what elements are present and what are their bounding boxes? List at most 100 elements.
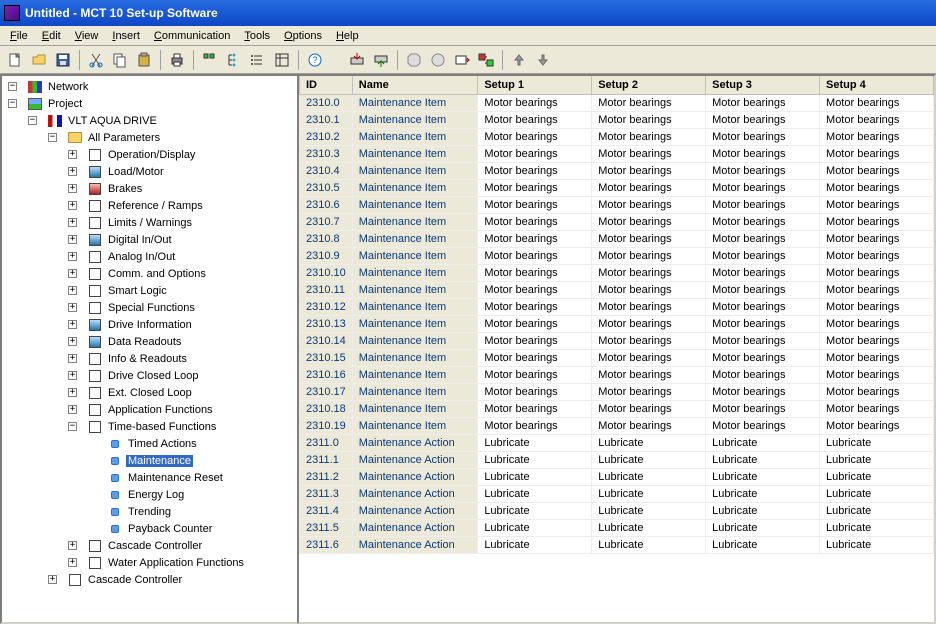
cell-id[interactable]: 2310.7 [300,213,353,230]
table-row[interactable]: 2310.18Maintenance ItemMotor bearingsMot… [300,400,934,417]
column-header[interactable]: ID [300,76,353,94]
cell-setup[interactable]: Motor bearings [820,315,934,332]
tree-node[interactable]: −All Parameters [2,129,297,146]
expand-icon[interactable]: + [68,303,77,312]
cell-name[interactable]: Maintenance Item [352,332,478,349]
table-row[interactable]: 2310.5Maintenance ItemMotor bearingsMoto… [300,179,934,196]
tree-label[interactable]: Digital In/Out [106,234,174,246]
expand-icon[interactable]: + [68,286,77,295]
tree-label[interactable]: Cascade Controller [86,574,184,586]
cell-id[interactable]: 2310.3 [300,145,353,162]
cell-setup[interactable]: Motor bearings [478,264,592,281]
cell-setup[interactable]: Lubricate [706,485,820,502]
cell-name[interactable]: Maintenance Item [352,213,478,230]
menu-view[interactable]: View [68,28,106,44]
tree-node[interactable]: +Smart Logic [2,282,297,299]
cell-id[interactable]: 2310.13 [300,315,353,332]
cell-setup[interactable]: Motor bearings [478,213,592,230]
copy-button[interactable] [109,49,131,71]
expand-icon[interactable]: + [68,235,77,244]
tree-node[interactable]: +Data Readouts [2,333,297,350]
cell-setup[interactable]: Motor bearings [478,400,592,417]
cell-setup[interactable]: Lubricate [592,451,706,468]
cell-setup[interactable]: Motor bearings [706,332,820,349]
cell-setup[interactable]: Motor bearings [820,383,934,400]
table-row[interactable]: 2310.13Maintenance ItemMotor bearingsMot… [300,315,934,332]
tree-label[interactable]: Special Functions [106,302,197,314]
tree-node[interactable]: Maintenance [2,452,297,469]
column-header[interactable]: Name [352,76,478,94]
table-row[interactable]: 2311.2Maintenance ActionLubricateLubrica… [300,468,934,485]
cell-setup[interactable]: Motor bearings [820,417,934,434]
expand-icon[interactable]: + [68,354,77,363]
cell-id[interactable]: 2310.2 [300,128,353,145]
collapse-icon[interactable]: − [8,99,17,108]
cell-name[interactable]: Maintenance Item [352,264,478,281]
cell-name[interactable]: Maintenance Action [352,485,478,502]
cell-setup[interactable]: Motor bearings [820,298,934,315]
cell-id[interactable]: 2310.1 [300,111,353,128]
tree-label[interactable]: Ext. Closed Loop [106,387,194,399]
run-button[interactable] [427,49,449,71]
tree-node[interactable]: +Ext. Closed Loop [2,384,297,401]
cell-setup[interactable]: Lubricate [478,434,592,451]
view-tree-button[interactable] [223,49,245,71]
cell-setup[interactable]: Lubricate [592,434,706,451]
cell-setup[interactable]: Motor bearings [706,162,820,179]
cell-setup[interactable]: Motor bearings [706,179,820,196]
cell-setup[interactable]: Motor bearings [706,145,820,162]
up-button[interactable] [508,49,530,71]
cell-id[interactable]: 2310.9 [300,247,353,264]
cell-setup[interactable]: Motor bearings [706,213,820,230]
table-row[interactable]: 2311.5Maintenance ActionLubricateLubrica… [300,519,934,536]
column-header[interactable]: Setup 2 [592,76,706,94]
tree-node[interactable]: −Time-based Functions [2,418,297,435]
cell-setup[interactable]: Motor bearings [820,145,934,162]
table-row[interactable]: 2310.1Maintenance ItemMotor bearingsMoto… [300,111,934,128]
cell-setup[interactable]: Motor bearings [478,94,592,111]
table-row[interactable]: 2311.1Maintenance ActionLubricateLubrica… [300,451,934,468]
table-row[interactable]: 2310.3Maintenance ItemMotor bearingsMoto… [300,145,934,162]
cell-id[interactable]: 2310.4 [300,162,353,179]
tree-node[interactable]: +Analog In/Out [2,248,297,265]
tree-node[interactable]: +Water Application Functions [2,554,297,571]
cell-setup[interactable]: Motor bearings [592,196,706,213]
tree-node[interactable]: +Reference / Ramps [2,197,297,214]
cell-setup[interactable]: Motor bearings [706,128,820,145]
menu-insert[interactable]: Insert [105,28,147,44]
table-row[interactable]: 2310.15Maintenance ItemMotor bearingsMot… [300,349,934,366]
tree-label[interactable]: Reference / Ramps [106,200,205,212]
view-details-button[interactable] [271,49,293,71]
cell-setup[interactable]: Motor bearings [706,196,820,213]
cell-setup[interactable]: Motor bearings [820,94,934,111]
table-row[interactable]: 2310.2Maintenance ItemMotor bearingsMoto… [300,128,934,145]
cell-id[interactable]: 2311.3 [300,485,353,502]
cell-name[interactable]: Maintenance Item [352,298,478,315]
cell-setup[interactable]: Motor bearings [592,332,706,349]
tree-node[interactable]: +Load/Motor [2,163,297,180]
cell-setup[interactable]: Motor bearings [592,383,706,400]
table-row[interactable]: 2311.6Maintenance ActionLubricateLubrica… [300,536,934,553]
cell-setup[interactable]: Motor bearings [592,94,706,111]
menu-options[interactable]: Options [277,28,329,44]
tree-node[interactable]: +Limits / Warnings [2,214,297,231]
cell-setup[interactable]: Motor bearings [820,332,934,349]
expand-icon[interactable]: + [48,575,57,584]
cell-setup[interactable]: Lubricate [820,485,934,502]
help-button[interactable]: ? [304,49,326,71]
write-to-drive-button[interactable] [370,49,392,71]
cell-setup[interactable]: Lubricate [592,536,706,553]
table-row[interactable]: 2310.9Maintenance ItemMotor bearingsMoto… [300,247,934,264]
collapse-icon[interactable]: − [28,116,37,125]
column-header[interactable]: Setup 3 [706,76,820,94]
view-list-button[interactable] [247,49,269,71]
cell-setup[interactable]: Motor bearings [820,264,934,281]
cell-setup[interactable]: Motor bearings [478,332,592,349]
cell-name[interactable]: Maintenance Item [352,196,478,213]
menu-help[interactable]: Help [329,28,366,44]
cell-id[interactable]: 2310.15 [300,349,353,366]
tree-label[interactable]: Load/Motor [106,166,166,178]
cell-id[interactable]: 2311.0 [300,434,353,451]
tree-label[interactable]: Info & Readouts [106,353,189,365]
cell-name[interactable]: Maintenance Item [352,383,478,400]
